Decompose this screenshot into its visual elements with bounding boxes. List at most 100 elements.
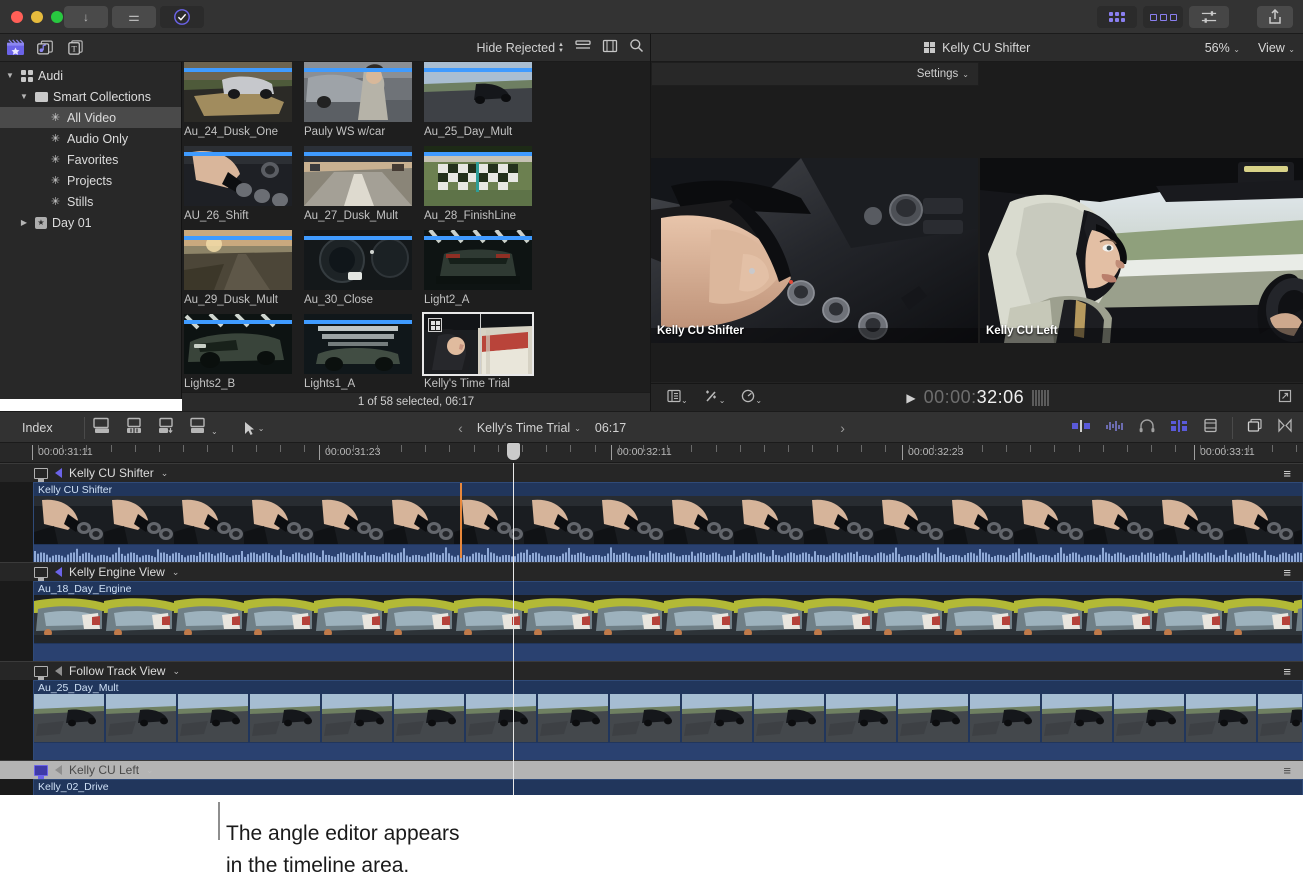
close-button[interactable] <box>11 11 23 23</box>
angle-row[interactable]: Kelly CU Left⌄≡Kelly_02_Drive <box>0 760 1303 795</box>
maximize-button[interactable] <box>51 11 63 23</box>
headphone-button[interactable] <box>1139 419 1155 438</box>
sidebar-item-day-01[interactable]: ▶★Day 01 <box>0 212 181 233</box>
share-button[interactable] <box>1257 6 1293 28</box>
waveform-button[interactable] <box>1105 419 1125 438</box>
clip-thumbnail[interactable] <box>424 314 532 374</box>
angle-row[interactable]: Follow Track View⌄≡Au_25_Day_Mult <box>0 661 1303 762</box>
clip-thumbnail[interactable] <box>304 230 412 290</box>
filmstrip-view-button[interactable] <box>602 39 618 58</box>
angle-viewer-pane-2[interactable]: Kelly CU Left <box>980 158 1303 343</box>
clip-thumbnail[interactable] <box>424 62 532 122</box>
minimize-button[interactable] <box>31 11 43 23</box>
inspector-toggle-button[interactable] <box>1189 6 1229 28</box>
previous-project-button[interactable]: ‹ <box>458 420 463 436</box>
angle-video-monitor-icon[interactable] <box>34 567 48 578</box>
disclosure-triangle-icon[interactable]: ▼ <box>18 92 30 101</box>
angle-video-monitor-icon[interactable] <box>34 468 48 479</box>
filter-popup-button[interactable]: Hide Rejected ▲▼ <box>477 41 564 55</box>
clip-thumbnail[interactable] <box>184 146 292 206</box>
browser-clip[interactable]: Lights2_B <box>184 314 292 390</box>
browser-clip[interactable]: Au_29_Dusk_Mult <box>184 230 292 306</box>
skimmer-line[interactable] <box>460 483 462 558</box>
playhead[interactable] <box>513 463 514 795</box>
browser-clip[interactable]: Au_27_Dusk_Mult <box>304 146 412 222</box>
sidebar-item-stills[interactable]: ✳Stills <box>0 191 181 212</box>
angle-row[interactable]: Kelly CU Shifter⌄≡Kelly CU Shifter <box>0 463 1303 564</box>
media-browser-button[interactable] <box>30 34 60 62</box>
audio-levels-button[interactable] <box>1169 419 1189 438</box>
import-media-button[interactable]: ↓ <box>64 6 108 28</box>
angle-audio-monitor-icon[interactable] <box>55 765 62 775</box>
browser-clip[interactable]: Kelly's Time Trial <box>424 314 532 390</box>
angle-audio-monitor-icon[interactable] <box>55 567 62 577</box>
browser-clip[interactable]: Au_28_FinishLine <box>424 146 532 222</box>
analyze-button[interactable] <box>160 6 204 28</box>
angle-viewer-settings-button[interactable]: Settings ⌄ <box>651 62 979 86</box>
fullscreen-toggle-button[interactable] <box>1277 418 1293 438</box>
audio-meters-button[interactable] <box>1071 419 1091 438</box>
angle-clip-body[interactable]: Au_18_Day_Engine <box>33 581 1303 663</box>
sidebar-item-all-video[interactable]: ✳All Video <box>0 107 181 128</box>
sidebar-item-projects[interactable]: ✳Projects <box>0 170 181 191</box>
titles-browser-button[interactable]: T <box>60 34 90 62</box>
angle-video-monitor-icon[interactable] <box>34 765 48 776</box>
angle-video-monitor-icon[interactable] <box>34 666 48 677</box>
window-controls[interactable] <box>11 11 63 23</box>
viewer-timecode[interactable]: 00:00:32:06 <box>924 387 1025 408</box>
timeline-ruler[interactable]: 00:00:31:1100:00:31:2300:00:32:1100:00:3… <box>0 443 1303 463</box>
next-project-button[interactable]: › <box>840 420 845 436</box>
sidebar-item-audi[interactable]: ▼Audi <box>0 65 181 86</box>
angle-clip-body[interactable]: Au_25_Day_Mult <box>33 680 1303 762</box>
clip-thumbnail[interactable] <box>184 62 292 122</box>
chevron-down-icon[interactable]: ⌄ <box>146 765 154 776</box>
browser-filmstrip-grid[interactable]: Au_24_Dusk_OnePauly WS w/carAu_25_Day_Mu… <box>182 62 650 392</box>
search-button[interactable] <box>629 38 644 58</box>
angle-editor-tracks[interactable]: Kelly CU Shifter⌄≡Kelly CU ShifterKelly … <box>0 463 1303 795</box>
chevron-down-icon[interactable]: ⌄ <box>172 567 180 578</box>
browser-clip[interactable]: Au_25_Day_Mult <box>424 62 532 138</box>
viewer-zoom-popup[interactable]: 56% ⌄ <box>1205 41 1240 55</box>
browser-toggle-button[interactable] <box>1097 6 1137 28</box>
chevron-down-icon[interactable]: ⌄ <box>172 666 180 677</box>
browser-clip[interactable]: AU_26_Shift <box>184 146 292 222</box>
clip-thumbnail[interactable] <box>304 62 412 122</box>
browser-clip[interactable]: Lights1_A <box>304 314 412 390</box>
browser-clip[interactable]: Au_30_Close <box>304 230 412 306</box>
angle-clip-body[interactable]: Kelly CU Shifter <box>33 482 1303 564</box>
angle-header[interactable]: Kelly CU Shifter⌄≡ <box>0 463 1303 482</box>
sidebar-item-smart-collections[interactable]: ▼Smart Collections <box>0 86 181 107</box>
sidebar-item-favorites[interactable]: ✳Favorites <box>0 149 181 170</box>
clip-thumbnail[interactable] <box>424 230 532 290</box>
list-view-button[interactable] <box>575 39 591 57</box>
angle-options-menu-icon[interactable]: ≡ <box>1283 566 1303 579</box>
clip-thumbnail[interactable] <box>304 146 412 206</box>
disclosure-triangle-icon[interactable]: ▶ <box>18 218 30 227</box>
clip-thumbnail[interactable] <box>304 314 412 374</box>
angle-audio-monitor-icon[interactable] <box>55 468 62 478</box>
angle-options-menu-icon[interactable]: ≡ <box>1283 467 1303 480</box>
angle-row[interactable]: Kelly Engine View⌄≡Au_18_Day_Engine <box>0 562 1303 663</box>
viewer-view-popup[interactable]: View ⌄ <box>1258 41 1295 55</box>
browser-clip[interactable]: Au_24_Dusk_One <box>184 62 292 138</box>
chevron-down-icon[interactable]: ⌄ <box>161 468 169 479</box>
clip-appearance-button[interactable] <box>1203 418 1218 438</box>
angle-options-menu-icon[interactable]: ≡ <box>1283 764 1303 777</box>
angle-header[interactable]: Kelly Engine View⌄≡ <box>0 562 1303 581</box>
fullscreen-button[interactable] <box>1278 389 1292 406</box>
browser-clip[interactable]: Light2_A <box>424 230 532 306</box>
angle-options-menu-icon[interactable]: ≡ <box>1283 665 1303 678</box>
angle-viewer-pane-1[interactable]: Kelly CU Shifter <box>651 158 978 343</box>
window-layout-button[interactable] <box>1247 418 1263 438</box>
disclosure-triangle-icon[interactable]: ▼ <box>4 71 16 80</box>
timeline-project-popup[interactable]: Kelly's Time Trial ⌄ <box>477 421 581 435</box>
playhead-handle[interactable] <box>507 443 520 460</box>
timeline-toggle-button[interactable] <box>1143 6 1183 28</box>
library-button[interactable] <box>0 34 30 62</box>
browser-sidebar[interactable]: ▼Audi▼Smart Collections✳All Video✳Audio … <box>0 62 182 399</box>
clip-thumbnail[interactable] <box>184 314 292 374</box>
angle-clip-body[interactable]: Kelly_02_Drive <box>33 779 1303 795</box>
angle-header[interactable]: Kelly CU Left⌄≡ <box>0 760 1303 779</box>
clip-thumbnail[interactable] <box>184 230 292 290</box>
sidebar-item-audio-only[interactable]: ✳Audio Only <box>0 128 181 149</box>
